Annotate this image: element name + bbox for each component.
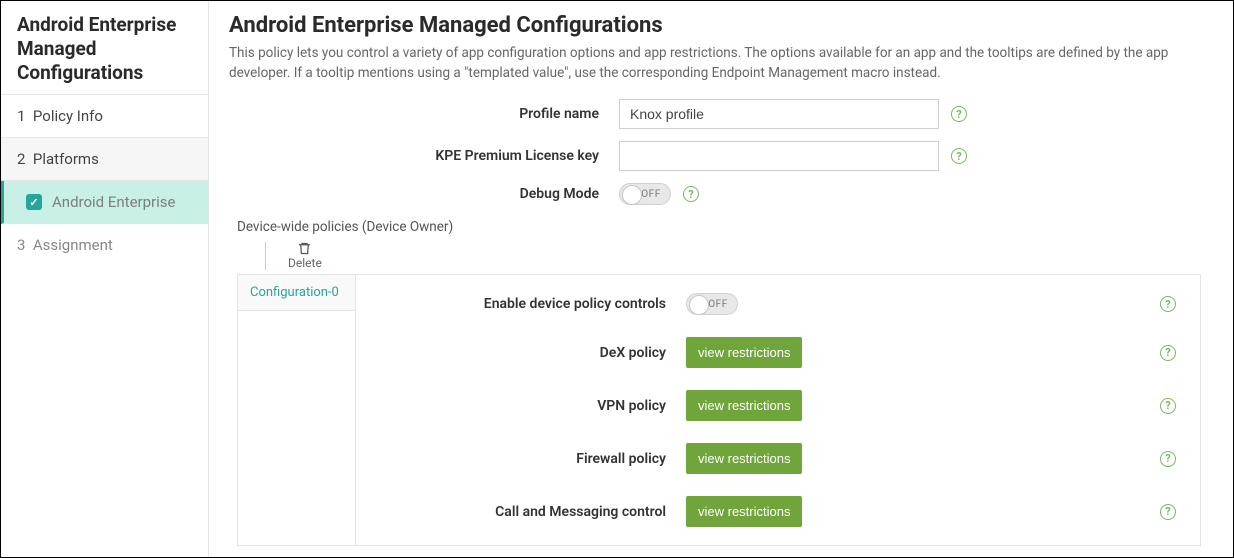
input-license-key[interactable] <box>619 141 939 171</box>
row-debug-mode: Debug Mode OFF ? <box>229 183 1209 205</box>
row-license-key: KPE Premium License key ? <box>229 141 1209 171</box>
row-vpn-policy: VPN policy view restrictions ? <box>356 390 1176 421</box>
row-firewall-policy: Firewall policy view restrictions ? <box>356 443 1176 474</box>
toggle-state: OFF <box>641 189 660 200</box>
toggle-state: OFF <box>708 299 727 310</box>
toolbar-divider <box>265 242 266 270</box>
step-policy-info[interactable]: 1 Policy Info <box>1 95 208 138</box>
policy-label: DeX policy <box>356 345 686 361</box>
label-profile-name: Profile name <box>229 106 619 122</box>
view-restrictions-button[interactable]: view restrictions <box>686 496 802 527</box>
substep-android-enterprise[interactable]: ✓ Android Enterprise <box>1 181 208 224</box>
input-profile-name[interactable] <box>619 99 939 129</box>
help-icon[interactable]: ? <box>1160 296 1176 312</box>
policy-label: Enable device policy controls <box>356 296 686 312</box>
delete-button[interactable]: Delete <box>288 241 322 270</box>
step-num: 3 <box>17 236 25 254</box>
main: Android Enterprise Managed Configuration… <box>209 1 1233 557</box>
config-tabs: Configuration-0 <box>238 275 356 545</box>
toggle-enable-device-policy-controls[interactable]: OFF <box>686 293 738 315</box>
page-title: Android Enterprise Managed Configuration… <box>229 13 1209 38</box>
step-label: Policy Info <box>33 107 103 125</box>
view-restrictions-button[interactable]: view restrictions <box>686 443 802 474</box>
toolbar: Delete <box>265 241 1209 270</box>
config-body: Enable device policy controls OFF ? DeX … <box>356 275 1200 545</box>
step-num: 1 <box>17 107 25 125</box>
checkmark-icon: ✓ <box>26 194 42 210</box>
label-license-key: KPE Premium License key <box>229 148 619 164</box>
substep-label: Android Enterprise <box>52 193 175 211</box>
step-label: Assignment <box>33 236 113 254</box>
view-restrictions-button[interactable]: view restrictions <box>686 390 802 421</box>
step-assignment[interactable]: 3 Assignment <box>1 224 208 266</box>
row-enable-device-policy-controls: Enable device policy controls OFF ? <box>356 293 1176 315</box>
section-heading-device-wide: Device-wide policies (Device Owner) <box>237 219 1209 235</box>
config-panel: Configuration-0 Enable device policy con… <box>237 274 1201 546</box>
trash-icon <box>297 241 312 256</box>
tab-configuration-0[interactable]: Configuration-0 <box>238 275 355 311</box>
policy-label: Firewall policy <box>356 451 686 467</box>
page-description: This policy lets you control a variety o… <box>229 44 1209 83</box>
step-num: 2 <box>17 150 25 168</box>
policy-label: Call and Messaging control <box>356 504 686 520</box>
row-call-messaging-control: Call and Messaging control view restrict… <box>356 496 1176 527</box>
help-icon[interactable]: ? <box>951 148 967 164</box>
help-icon[interactable]: ? <box>683 186 699 202</box>
step-platforms[interactable]: 2 Platforms <box>1 138 208 181</box>
sidebar: Android Enterprise Managed Configuration… <box>1 1 209 557</box>
toggle-debug-mode[interactable]: OFF <box>619 183 671 205</box>
policy-label: VPN policy <box>356 398 686 414</box>
label-debug-mode: Debug Mode <box>229 186 619 202</box>
step-label: Platforms <box>33 150 99 168</box>
help-icon[interactable]: ? <box>1160 451 1176 467</box>
help-icon[interactable]: ? <box>1160 398 1176 414</box>
help-icon[interactable]: ? <box>951 106 967 122</box>
view-restrictions-button[interactable]: view restrictions <box>686 337 802 368</box>
row-profile-name: Profile name ? <box>229 99 1209 129</box>
help-icon[interactable]: ? <box>1160 504 1176 520</box>
row-dex-policy: DeX policy view restrictions ? <box>356 337 1176 368</box>
delete-label: Delete <box>288 256 322 270</box>
help-icon[interactable]: ? <box>1160 345 1176 361</box>
sidebar-title: Android Enterprise Managed Configuration… <box>1 1 208 95</box>
